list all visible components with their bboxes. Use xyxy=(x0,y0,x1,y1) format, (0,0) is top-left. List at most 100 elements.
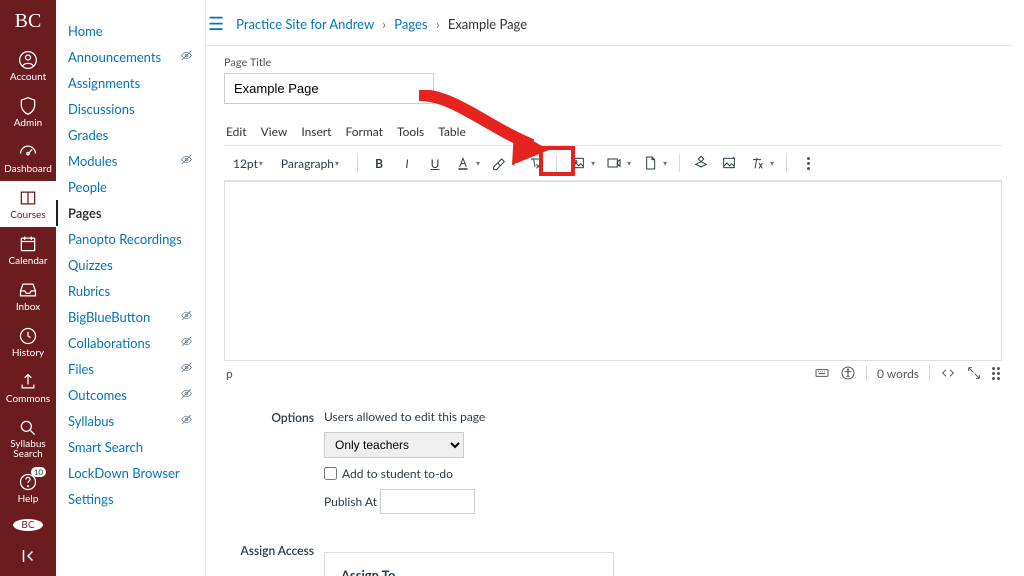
course-nav-link[interactable]: Pages xyxy=(68,205,102,221)
crumb-section[interactable]: Pages xyxy=(394,16,427,32)
rce-menu-edit[interactable]: Edit xyxy=(226,124,247,139)
calendar-icon xyxy=(17,233,39,255)
course-nav-item[interactable]: Quizzes xyxy=(68,252,193,278)
gnav-syllabus-search[interactable]: Syllabus Search xyxy=(0,411,56,465)
bold-button[interactable]: B xyxy=(366,150,392,176)
underline-button[interactable]: U xyxy=(422,150,448,176)
text-color-button[interactable] xyxy=(450,150,476,176)
rce-menu-tools[interactable]: Tools xyxy=(397,124,424,139)
hidden-icon xyxy=(180,413,193,429)
gnav-courses[interactable]: Courses xyxy=(0,181,56,227)
course-nav-link[interactable]: Smart Search xyxy=(68,439,143,455)
gnav-calendar[interactable]: Calendar xyxy=(0,227,56,273)
course-nav-link[interactable]: Modules xyxy=(68,153,117,169)
course-nav-item[interactable]: Settings xyxy=(68,486,193,512)
hidden-icon xyxy=(180,309,193,325)
gnav-inbox[interactable]: Inbox xyxy=(0,273,56,319)
crumb-site[interactable]: Practice Site for Andrew xyxy=(236,16,374,32)
italic-button[interactable]: I xyxy=(394,150,420,176)
search-icon xyxy=(17,417,39,439)
course-nav-item[interactable]: People xyxy=(68,174,193,200)
course-nav-link[interactable]: Home xyxy=(68,23,103,39)
course-nav-item[interactable]: Panopto Recordings xyxy=(68,226,193,252)
insert-image-button[interactable] xyxy=(565,150,591,176)
course-nav-link[interactable]: Assignments xyxy=(68,75,140,91)
course-nav-link[interactable]: Grades xyxy=(68,127,108,143)
keyboard-shortcuts-icon[interactable] xyxy=(814,365,830,381)
highlight-color-button[interactable] xyxy=(486,150,512,176)
apps-button[interactable] xyxy=(688,150,714,176)
resize-handle-icon[interactable] xyxy=(992,367,1000,380)
course-nav-link[interactable]: Settings xyxy=(68,491,114,507)
fullscreen-icon[interactable] xyxy=(966,365,982,381)
page-title-input[interactable] xyxy=(224,73,434,104)
clear-format-button[interactable] xyxy=(522,150,548,176)
course-nav-item[interactable]: Assignments xyxy=(68,70,193,96)
brand-logo[interactable]: BC xyxy=(15,0,42,43)
block-type-select[interactable]: Paragraph▾ xyxy=(275,153,349,174)
hidden-icon xyxy=(180,153,193,169)
html-editor-icon[interactable] xyxy=(940,365,956,381)
font-size-select[interactable]: 12pt▾ xyxy=(227,153,273,174)
insert-media-button[interactable] xyxy=(601,150,627,176)
course-nav-link[interactable]: LockDown Browser xyxy=(68,465,180,481)
course-nav-item[interactable]: Files xyxy=(68,356,193,382)
course-nav-link[interactable]: Files xyxy=(68,361,94,377)
course-nav-link[interactable]: Discussions xyxy=(68,101,135,117)
course-nav-item[interactable]: Rubrics xyxy=(68,278,193,304)
assign-access-label: Assign Access xyxy=(224,542,324,576)
user-avatar[interactable]: BC xyxy=(13,519,43,531)
course-nav-link[interactable]: Rubrics xyxy=(68,283,110,299)
gnav-account[interactable]: Account xyxy=(0,43,56,89)
gnav-commons[interactable]: Commons xyxy=(0,365,56,411)
rce-menu-view[interactable]: View xyxy=(261,124,288,139)
edit-permission-select[interactable]: Only teachers xyxy=(324,432,464,458)
rce-menu-table[interactable]: Table xyxy=(438,124,466,139)
course-nav-item[interactable]: Smart Search xyxy=(68,434,193,460)
element-path[interactable]: p xyxy=(226,366,233,381)
equation-button[interactable] xyxy=(744,150,770,176)
inbox-icon xyxy=(17,279,39,301)
gnav-help[interactable]: 10 Help xyxy=(0,465,56,511)
course-nav-item[interactable]: Collaborations xyxy=(68,330,193,356)
course-nav-item[interactable]: Announcements xyxy=(68,44,193,70)
options-label: Options xyxy=(224,409,324,514)
student-todo-checkbox[interactable] xyxy=(324,467,337,480)
course-nav-link[interactable]: People xyxy=(68,179,107,195)
hidden-icon xyxy=(180,387,193,403)
hamburger-icon[interactable]: ☰ xyxy=(208,12,224,35)
rce-menu-insert[interactable]: Insert xyxy=(301,124,331,139)
accessibility-checker-icon[interactable] xyxy=(840,365,856,381)
course-nav-item[interactable]: Pages xyxy=(56,200,193,226)
course-nav-item[interactable]: BigBlueButton xyxy=(68,304,193,330)
gnav-admin[interactable]: Admin xyxy=(0,89,56,135)
course-nav-link[interactable]: Quizzes xyxy=(68,257,113,273)
course-nav-item[interactable]: Syllabus xyxy=(68,408,193,434)
collapse-nav-icon[interactable] xyxy=(19,539,37,576)
more-toolbar-button[interactable] xyxy=(795,150,821,176)
shield-icon xyxy=(17,95,39,117)
course-nav-item[interactable]: Home xyxy=(68,18,193,44)
course-nav-item[interactable]: Discussions xyxy=(68,96,193,122)
course-nav-link[interactable]: Outcomes xyxy=(68,387,127,403)
publish-at-input[interactable] xyxy=(380,489,475,514)
course-nav-link[interactable]: Syllabus xyxy=(68,413,114,429)
course-nav-item[interactable]: Outcomes xyxy=(68,382,193,408)
rce-content-area[interactable] xyxy=(224,181,1002,361)
insert-document-button[interactable] xyxy=(637,150,663,176)
gnav-dashboard[interactable]: Dashboard xyxy=(0,135,56,181)
course-nav-link[interactable]: Announcements xyxy=(68,49,161,65)
hidden-icon xyxy=(180,49,193,65)
gnav-history[interactable]: History xyxy=(0,319,56,365)
course-nav-link[interactable]: Collaborations xyxy=(68,335,150,351)
course-nav-link[interactable]: BigBlueButton xyxy=(68,309,150,325)
course-nav-link[interactable]: Panopto Recordings xyxy=(68,231,182,247)
hidden-icon xyxy=(180,335,193,351)
word-count[interactable]: 0 words xyxy=(877,366,919,381)
course-nav-item[interactable]: Grades xyxy=(68,122,193,148)
rce-menu-format[interactable]: Format xyxy=(345,124,383,139)
course-nav: Home Announcements Assignments Discussions G… xyxy=(56,0,206,576)
course-nav-item[interactable]: Modules xyxy=(68,148,193,174)
insert-link-button[interactable] xyxy=(716,150,742,176)
course-nav-item[interactable]: LockDown Browser xyxy=(68,460,193,486)
